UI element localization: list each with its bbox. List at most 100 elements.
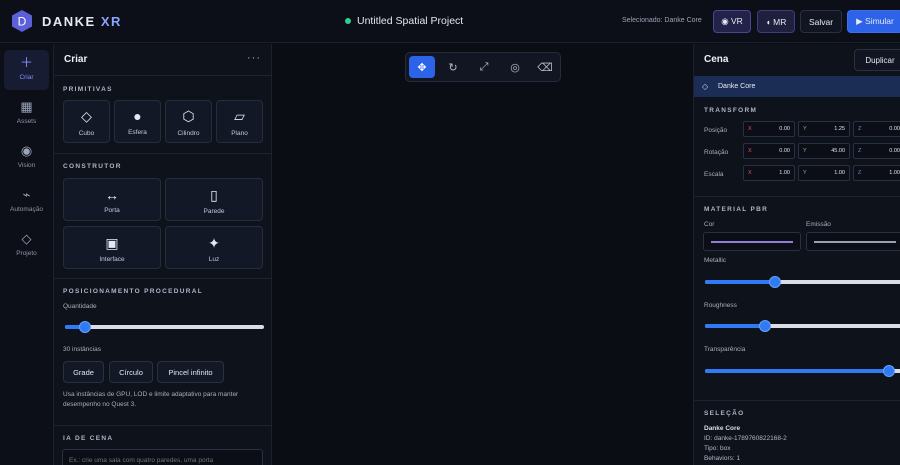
scale-tool-icon[interactable]: ⤢ — [471, 56, 497, 78]
rotation-z-field[interactable]: Z 0.00 — [853, 143, 900, 159]
brand-name: DANKE XR — [42, 14, 122, 29]
transparency-slider[interactable] — [705, 365, 900, 377]
primitive-plane-button[interactable]: ▱ Plano — [216, 100, 263, 143]
mr-button[interactable]: ◖ MR — [757, 10, 795, 33]
cylinder-icon: ⬡ — [182, 108, 195, 124]
vr-button[interactable]: ◉ VR — [713, 10, 751, 33]
rail-item-vision[interactable]: ◉ Vision — [4, 138, 49, 178]
ai-section-title: IA DE CENA — [63, 435, 114, 442]
logo-icon: D — [12, 10, 32, 32]
builder-light-button[interactable]: ✦ Luz — [165, 226, 263, 269]
scene-item-selected[interactable]: ◇ Danke Core — [694, 76, 900, 97]
diamond-icon: ◇ — [702, 82, 709, 91]
metallic-slider[interactable] — [705, 276, 900, 288]
slider-thumb[interactable] — [78, 321, 91, 333]
roughness-slider[interactable] — [705, 320, 900, 332]
transform-section-title: TRANSFORM — [704, 107, 758, 114]
material-section-title: MATERIAL PBR — [704, 206, 769, 213]
position-label: Posição — [704, 127, 728, 134]
builder-door-button[interactable]: ↔ Porta — [63, 178, 161, 221]
rotation-x-field[interactable]: X 0.00 — [743, 143, 795, 159]
more-menu-icon[interactable]: ··· — [247, 52, 261, 64]
rail-item-assets[interactable]: ▦ Assets — [4, 94, 49, 134]
automation-icon: ⌁ — [22, 187, 31, 202]
project-name: Untitled Spatial Project — [357, 15, 464, 27]
rail-item-automacao[interactable]: ⌁ Automação — [4, 182, 49, 222]
scale-z-field[interactable]: Z 1.00 — [853, 165, 900, 181]
project-title[interactable]: Untitled Spatial Project — [345, 15, 463, 27]
rail-label: Vision — [17, 162, 36, 169]
slider-thumb[interactable] — [883, 365, 895, 377]
rail-label: Assets — [16, 118, 37, 125]
slider-thumb[interactable] — [769, 276, 781, 288]
metallic-label: Metallic — [704, 257, 727, 264]
quantity-slider[interactable] — [65, 321, 264, 333]
primitive-cube-button[interactable]: ◇ Cubo — [63, 100, 110, 143]
mode-infinite-brush-button[interactable]: Pincel infinito — [157, 361, 224, 383]
rail-item-criar[interactable]: ＋ Criar — [4, 50, 49, 90]
plus-icon: ＋ — [19, 55, 33, 70]
rotation-y-field[interactable]: Y 45.00 — [798, 143, 850, 159]
rail-item-projeto[interactable]: ◇ Projeto — [4, 226, 49, 266]
brand-accent: XR — [100, 14, 122, 29]
selection-name: Danke Core — [704, 425, 741, 432]
slider-fill — [705, 324, 765, 328]
procedural-section-title: POSICIONAMENTO PROCEDURAL — [63, 288, 203, 295]
save-button[interactable]: Salvar — [800, 10, 842, 33]
tile-label: Interface — [99, 256, 125, 263]
mode-grid-button[interactable]: Grade — [63, 361, 104, 383]
rotate-tool-icon[interactable]: ↻ — [440, 56, 466, 78]
scene-item-label: Danke Core — [718, 83, 756, 90]
position-y-field[interactable]: Y 1.25 — [798, 121, 850, 137]
sphere-icon: ● — [133, 108, 142, 124]
status-dot-icon — [345, 18, 351, 24]
scale-label: Escala — [704, 171, 724, 178]
simulate-button[interactable]: ▶ Simular — [847, 10, 900, 33]
color-label: Cor — [704, 221, 715, 228]
selection-section-title: SELEÇÃO — [704, 410, 745, 417]
interface-icon: ▣ — [105, 235, 119, 251]
slider-thumb[interactable] — [759, 320, 771, 332]
duplicate-button[interactable]: Duplicar — [854, 49, 900, 71]
scale-y-field[interactable]: Y 1.00 — [798, 165, 850, 181]
builder-interface-button[interactable]: ▣ Interface — [63, 226, 161, 269]
emission-picker[interactable] — [806, 232, 900, 251]
diamond-icon: ◇ — [21, 231, 32, 246]
tile-label: Porta — [104, 207, 120, 214]
3d-viewport[interactable]: ✥ ↻ ⤢ ◎ ⌫ — [272, 44, 693, 465]
roughness-label: Roughness — [704, 302, 737, 309]
eye-icon: ◉ — [20, 143, 33, 158]
quantity-label: Quantidade — [63, 303, 97, 310]
delete-tool-icon[interactable]: ⌫ — [532, 56, 558, 78]
position-z-field[interactable]: Z 0.00 — [853, 121, 900, 137]
ai-prompt-input[interactable] — [62, 449, 263, 465]
grid-icon: ▦ — [20, 99, 33, 114]
light-icon: ✦ — [208, 235, 220, 251]
position-x-field[interactable]: X 0.00 — [743, 121, 795, 137]
color-picker[interactable] — [703, 232, 801, 251]
tile-label: Luz — [208, 256, 220, 263]
app-window: D DANKE XR Untitled Spatial Project Sele… — [0, 0, 900, 465]
create-panel: Criar ··· PRIMITIVAS ◇ Cubo ● Esfera ⬡ C… — [54, 44, 272, 465]
slider-fill — [705, 369, 889, 373]
emission-swatch — [814, 241, 896, 243]
primitive-sphere-button[interactable]: ● Esfera — [114, 100, 161, 143]
builder-wall-button[interactable]: ▯ Parede — [165, 178, 263, 221]
color-swatch — [711, 241, 793, 243]
slider-fill — [705, 280, 775, 284]
tile-label: Esfera — [128, 129, 147, 136]
mode-circle-button[interactable]: Círculo — [109, 361, 153, 383]
move-tool-icon[interactable]: ✥ — [409, 56, 435, 78]
primitive-cylinder-button[interactable]: ⬡ Cilindro — [165, 100, 212, 143]
scale-x-field[interactable]: X 1.00 — [743, 165, 795, 181]
selection-type: Tipo: box — [704, 445, 731, 452]
door-icon: ↔ — [105, 187, 119, 203]
create-panel-header: Criar ··· — [54, 44, 271, 76]
scene-panel-title: Cena — [704, 54, 729, 65]
selected-object-label: Selecionado: Danke Core — [622, 17, 702, 24]
plane-icon: ▱ — [234, 108, 245, 124]
divider — [694, 196, 900, 197]
rail-label: Automação — [10, 206, 43, 213]
logo-letter: D — [18, 15, 27, 29]
focus-tool-icon[interactable]: ◎ — [502, 56, 528, 78]
